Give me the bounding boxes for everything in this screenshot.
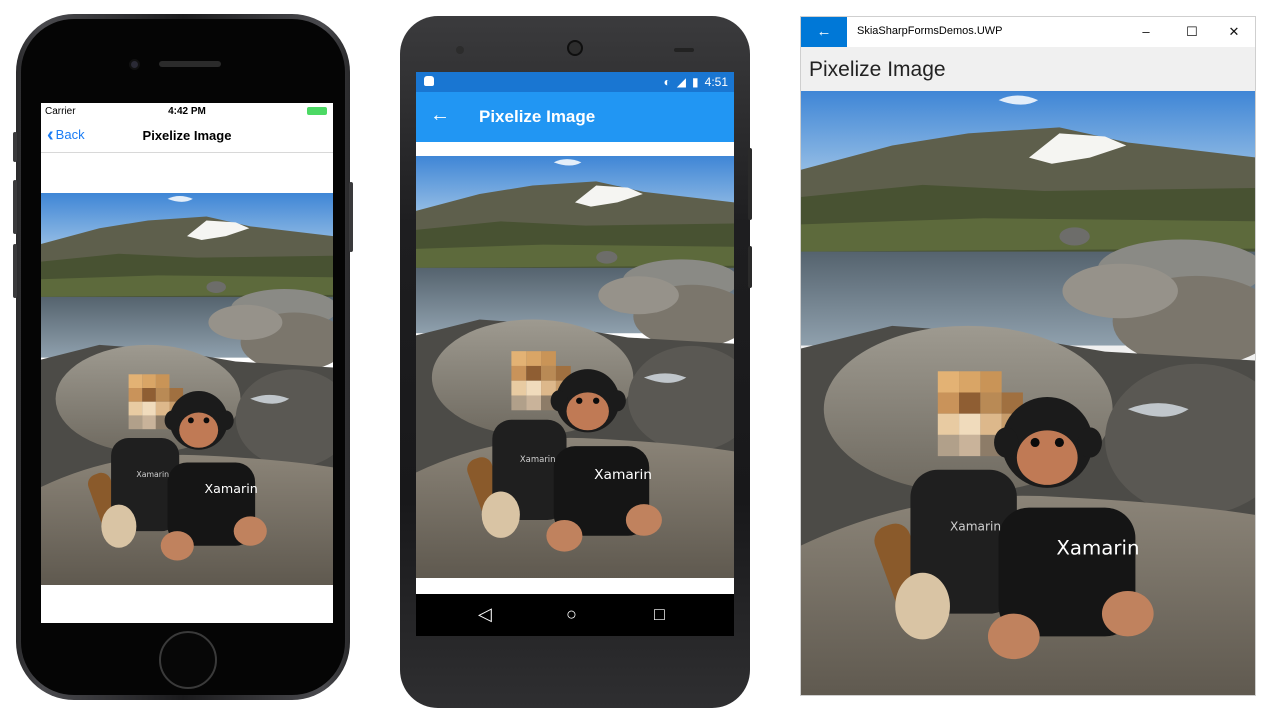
android-navigation-bar: ◁ ○ □: [416, 594, 734, 636]
power-button: [349, 182, 353, 252]
uwp-window: ← SkiaSharpFormsDemos.UWP – ☐ ✕ Pixelize…: [800, 16, 1256, 696]
page-title: Pixelize Image: [809, 58, 946, 81]
volume-down-button: [13, 244, 17, 298]
window-titlebar: ← SkiaSharpFormsDemos.UWP – ☐ ✕: [801, 17, 1255, 47]
close-button[interactable]: ✕: [1211, 17, 1255, 47]
shirt-text-left: Xamarin: [136, 470, 169, 479]
pixelized-photo: Xamarin Xamarin: [801, 91, 1256, 696]
iphone-device: Carrier 4:42 PM ‹ Back Pixelize Image Xa…: [13, 14, 353, 700]
proximity-sensor: [674, 48, 694, 52]
earpiece-speaker: [567, 40, 583, 56]
android-notification-icon: [424, 76, 434, 86]
maximize-button[interactable]: ☐: [1169, 17, 1215, 47]
pixelized-photo: Xamarin Xamarin: [416, 156, 734, 578]
battery-icon: [307, 107, 327, 115]
status-time: 4:51: [704, 75, 728, 89]
recents-square-icon[interactable]: □: [654, 604, 665, 625]
volume-key: [748, 246, 752, 288]
app-title: SkiaSharpFormsDemos.UWP: [857, 25, 1003, 37]
back-arrow-icon[interactable]: ←: [430, 104, 450, 127]
earpiece-speaker: [159, 61, 221, 67]
iphone-bezel: Carrier 4:42 PM ‹ Back Pixelize Image Xa…: [21, 19, 345, 695]
shirt-text-left: Xamarin: [520, 454, 556, 464]
android-screen: ◐ ◢ ▮ 4:51 ← Pixelize Image Xamarin Xama…: [416, 72, 734, 636]
volume-up-button: [13, 180, 17, 234]
page-title: Pixelize Image: [142, 128, 232, 143]
android-device: ◐ ◢ ▮ 4:51 ← Pixelize Image Xamarin Xama…: [400, 16, 752, 708]
ios-screen: Carrier 4:42 PM ‹ Back Pixelize Image Xa…: [41, 103, 333, 623]
front-camera-icon: [129, 59, 140, 70]
shirt-text-left: Xamarin: [950, 519, 1001, 533]
back-arrow-icon[interactable]: ←: [801, 17, 847, 47]
android-status-bar: ◐ ◢ ▮ 4:51: [416, 72, 734, 92]
mute-switch: [13, 132, 17, 162]
status-time: 4:42 PM: [168, 106, 206, 117]
battery-icon: ▮: [692, 75, 699, 89]
status-icons: ◐ ◢ ▮ 4:51: [664, 75, 728, 89]
vibrate-icon: ◐: [663, 75, 671, 89]
page-title: Pixelize Image: [479, 107, 596, 126]
signal-icon: ◢: [676, 75, 687, 89]
ios-status-bar: Carrier 4:42 PM: [41, 103, 333, 119]
shirt-text: Xamarin: [205, 481, 258, 496]
shirt-text: Xamarin: [1056, 537, 1139, 560]
android-toolbar: ← Pixelize Image: [416, 92, 734, 142]
home-button[interactable]: [159, 631, 217, 689]
front-camera-icon: [456, 46, 464, 54]
back-triangle-icon[interactable]: ◁: [478, 604, 492, 625]
minimize-button[interactable]: –: [1123, 17, 1169, 47]
shirt-text: Xamarin: [594, 467, 652, 483]
power-key: [748, 148, 752, 220]
home-circle-icon[interactable]: ○: [566, 604, 577, 625]
pixelized-photo: Xamarin Xamarin: [41, 193, 333, 585]
ios-navigation-bar: ‹ Back Pixelize Image: [41, 119, 333, 153]
